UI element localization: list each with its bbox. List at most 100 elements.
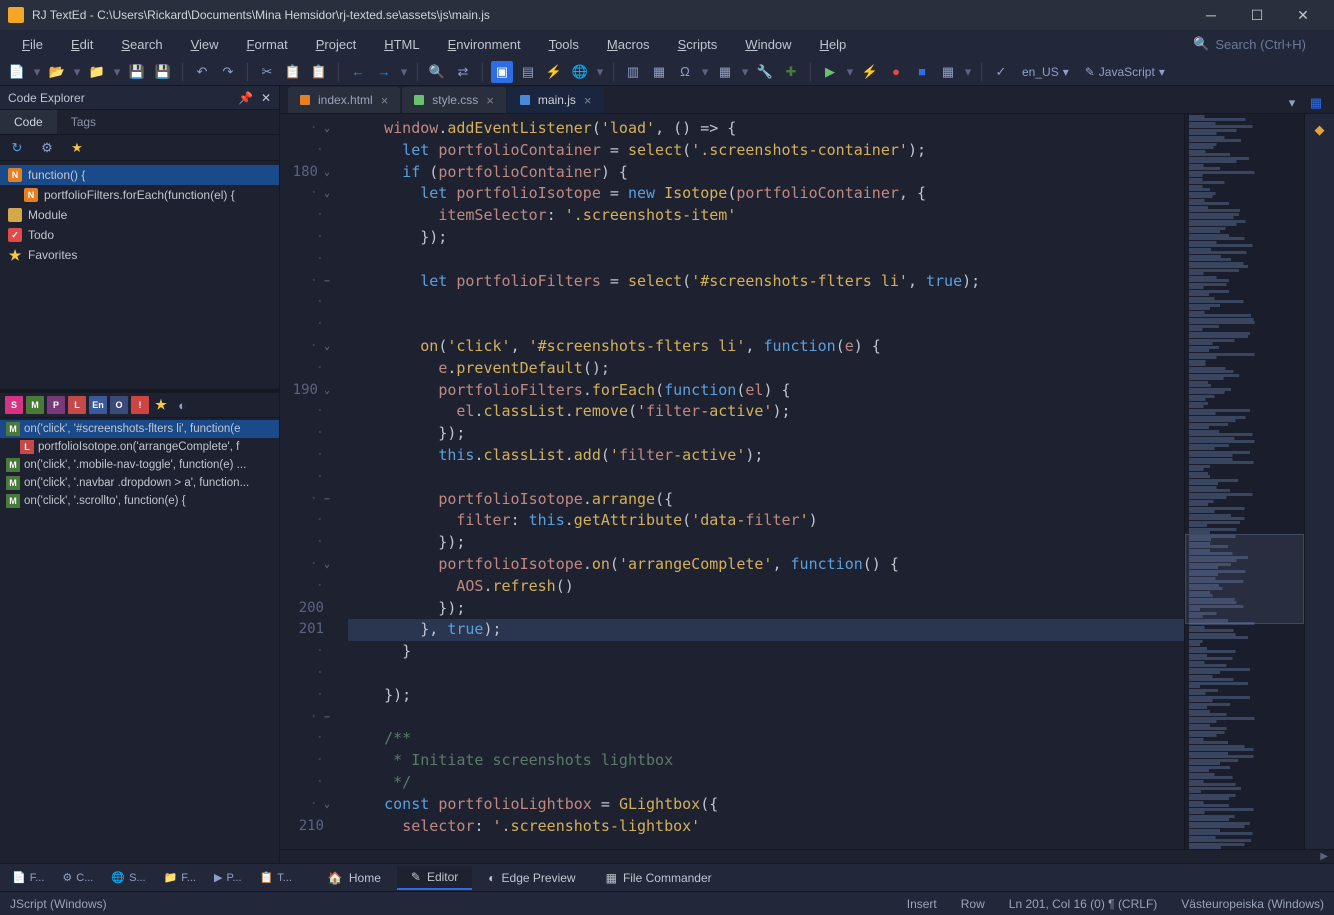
find-button[interactable]: 🔍 <box>426 61 448 83</box>
menu-edit[interactable]: Edit <box>57 33 107 56</box>
menu-macros[interactable]: Macros <box>593 33 664 56</box>
bolt-button[interactable]: ⚡ <box>859 61 881 83</box>
view-tab-editor[interactable]: ✎Editor <box>397 866 472 890</box>
tree-item[interactable]: ★Favorites <box>0 245 279 265</box>
tree-item[interactable]: NportfolioFilters.forEach(function(el) { <box>0 185 279 205</box>
browser-button[interactable]: ▣ <box>491 61 513 83</box>
diamond-icon[interactable]: ◆ <box>1310 120 1330 140</box>
record-button[interactable]: ● <box>885 61 907 83</box>
menu-view[interactable]: View <box>177 33 233 56</box>
symbol-list[interactable]: Mon('click', '#screenshots-flters li', f… <box>0 418 279 512</box>
symbol-item[interactable]: Mon('click', '#screenshots-flters li', f… <box>0 420 279 438</box>
filter-p[interactable]: P <box>47 396 65 414</box>
pin-icon[interactable]: 📌 <box>238 91 253 105</box>
minimap[interactable] <box>1184 114 1304 849</box>
filter-![interactable]: ! <box>131 396 149 414</box>
refresh-icon[interactable]: ↻ <box>6 137 28 159</box>
save-button[interactable]: 💾 <box>126 61 148 83</box>
gear-icon[interactable]: ⚙ <box>36 137 58 159</box>
filter-l[interactable]: L <box>68 396 86 414</box>
validate-button[interactable]: ▤ <box>517 61 539 83</box>
tree-item[interactable]: ✓Todo <box>0 225 279 245</box>
spell-button[interactable]: ✓ <box>990 61 1012 83</box>
tab-close-icon[interactable]: × <box>486 93 494 108</box>
search-box[interactable]: 🔍 Search (Ctrl+H) <box>1193 36 1326 52</box>
copy-button[interactable]: 📋 <box>282 61 304 83</box>
bottom-left-tab[interactable]: 📁F... <box>156 867 204 888</box>
scroll-right-icon[interactable]: ▶ <box>1314 851 1334 862</box>
view-tab-file-commander[interactable]: ▦File Commander <box>592 866 726 890</box>
fold-icon[interactable]: ⌄ <box>324 162 330 184</box>
status-position[interactable]: Ln 201, Col 16 (0) ¶ (CRLF) <box>1009 897 1158 911</box>
tree-item[interactable]: Nfunction() { <box>0 165 279 185</box>
doc-tab-index.html[interactable]: index.html× <box>288 87 400 113</box>
fold-icon[interactable]: ⌄ <box>324 794 330 816</box>
menu-window[interactable]: Window <box>731 33 805 56</box>
view-tab-home[interactable]: 🏠Home <box>314 866 395 890</box>
fold-icon[interactable]: ⌄ <box>324 118 330 140</box>
status-row[interactable]: Row <box>961 897 985 911</box>
bottom-left-tab[interactable]: 📋T... <box>252 867 300 888</box>
menu-tools[interactable]: Tools <box>535 33 593 56</box>
doc-tab-style.css[interactable]: style.css× <box>402 87 506 113</box>
new-file-button[interactable]: 📄 <box>6 61 28 83</box>
menu-format[interactable]: Format <box>233 33 302 56</box>
back-button[interactable]: ← <box>347 61 369 83</box>
menu-file[interactable]: File <box>8 33 57 56</box>
tab-close-icon[interactable]: × <box>584 93 592 108</box>
line-gutter[interactable]: ·⌄· 180⌄·⌄· · · ·−· · ·⌄· 190⌄· · · · ·−… <box>280 114 340 849</box>
filter-s[interactable]: S <box>5 396 23 414</box>
split-button[interactable]: ▦ <box>648 61 670 83</box>
view-tab-edge-preview[interactable]: ◐Edge Preview <box>474 866 589 890</box>
symbol-item[interactable]: Mon('click', '.mobile-nav-toggle', funct… <box>0 456 279 474</box>
filter-en[interactable]: En <box>89 396 107 414</box>
redo-button[interactable]: ↷ <box>217 61 239 83</box>
panel-tab-code[interactable]: Code <box>0 110 57 134</box>
symbol-item[interactable]: Mon('click', '.scrollto', function(e) { <box>0 492 279 510</box>
fold-icon[interactable]: ⌄ <box>324 183 330 205</box>
tree-item[interactable]: Module <box>0 205 279 225</box>
code-editor[interactable]: window.addEventListener('load', () => { … <box>340 114 1184 849</box>
plugin-button[interactable]: ✚ <box>780 61 802 83</box>
panel-close-icon[interactable]: ✕ <box>261 91 271 105</box>
web-button[interactable]: 🌐 <box>569 61 591 83</box>
format-button[interactable]: ⚡ <box>543 61 565 83</box>
tab-list-button[interactable]: ▾ <box>1282 93 1302 113</box>
fold-icon[interactable]: ⌄ <box>324 554 330 576</box>
star-plus-icon[interactable]: ★ <box>66 137 88 159</box>
cut-button[interactable]: ✂ <box>256 61 278 83</box>
fold-icon[interactable]: ⌄ <box>324 380 330 402</box>
replace-button[interactable]: ⇄ <box>452 61 474 83</box>
menu-html[interactable]: HTML <box>370 33 433 56</box>
status-insert[interactable]: Insert <box>907 897 937 911</box>
menu-environment[interactable]: Environment <box>434 33 535 56</box>
forward-button[interactable]: → <box>373 61 395 83</box>
syntax-combo[interactable]: ✎JavaScript▾ <box>1079 65 1171 79</box>
symbol-item[interactable]: LportfolioIsotope.on('arrangeComplete', … <box>0 438 279 456</box>
tab-grid-button[interactable]: ▦ <box>1306 93 1326 113</box>
fold-icon[interactable]: − <box>324 489 330 511</box>
wrench-button[interactable]: 🔧 <box>754 61 776 83</box>
grid-button[interactable]: ▦ <box>937 61 959 83</box>
paste-button[interactable]: 📋 <box>308 61 330 83</box>
undo-button[interactable]: ↶ <box>191 61 213 83</box>
bottom-left-tab[interactable]: 📄F... <box>4 867 52 888</box>
status-language[interactable]: JScript (Windows) <box>10 897 107 911</box>
open-folder-button[interactable]: 📁 <box>86 61 108 83</box>
save-all-button[interactable]: 💾 <box>152 61 174 83</box>
stop-button[interactable]: ■ <box>911 61 933 83</box>
tab-close-icon[interactable]: × <box>381 93 389 108</box>
panel-tab-tags[interactable]: Tags <box>57 110 110 134</box>
window-button[interactable]: ▥ <box>622 61 644 83</box>
explorer-tree[interactable]: Nfunction() {NportfolioFilters.forEach(f… <box>0 161 279 269</box>
fold-icon[interactable]: − <box>324 271 330 293</box>
symbol-item[interactable]: Mon('click', '.navbar .dropdown > a', fu… <box>0 474 279 492</box>
menu-help[interactable]: Help <box>806 33 861 56</box>
minimap-viewport[interactable] <box>1185 534 1304 624</box>
fold-icon[interactable]: ⌄ <box>324 336 330 358</box>
open-file-button[interactable]: 📂 <box>46 61 68 83</box>
bottom-left-tab[interactable]: 🌐S... <box>103 867 153 888</box>
menu-search[interactable]: Search <box>107 33 176 56</box>
filter-m[interactable]: M <box>26 396 44 414</box>
bottom-left-tab[interactable]: ▶P... <box>206 867 250 888</box>
